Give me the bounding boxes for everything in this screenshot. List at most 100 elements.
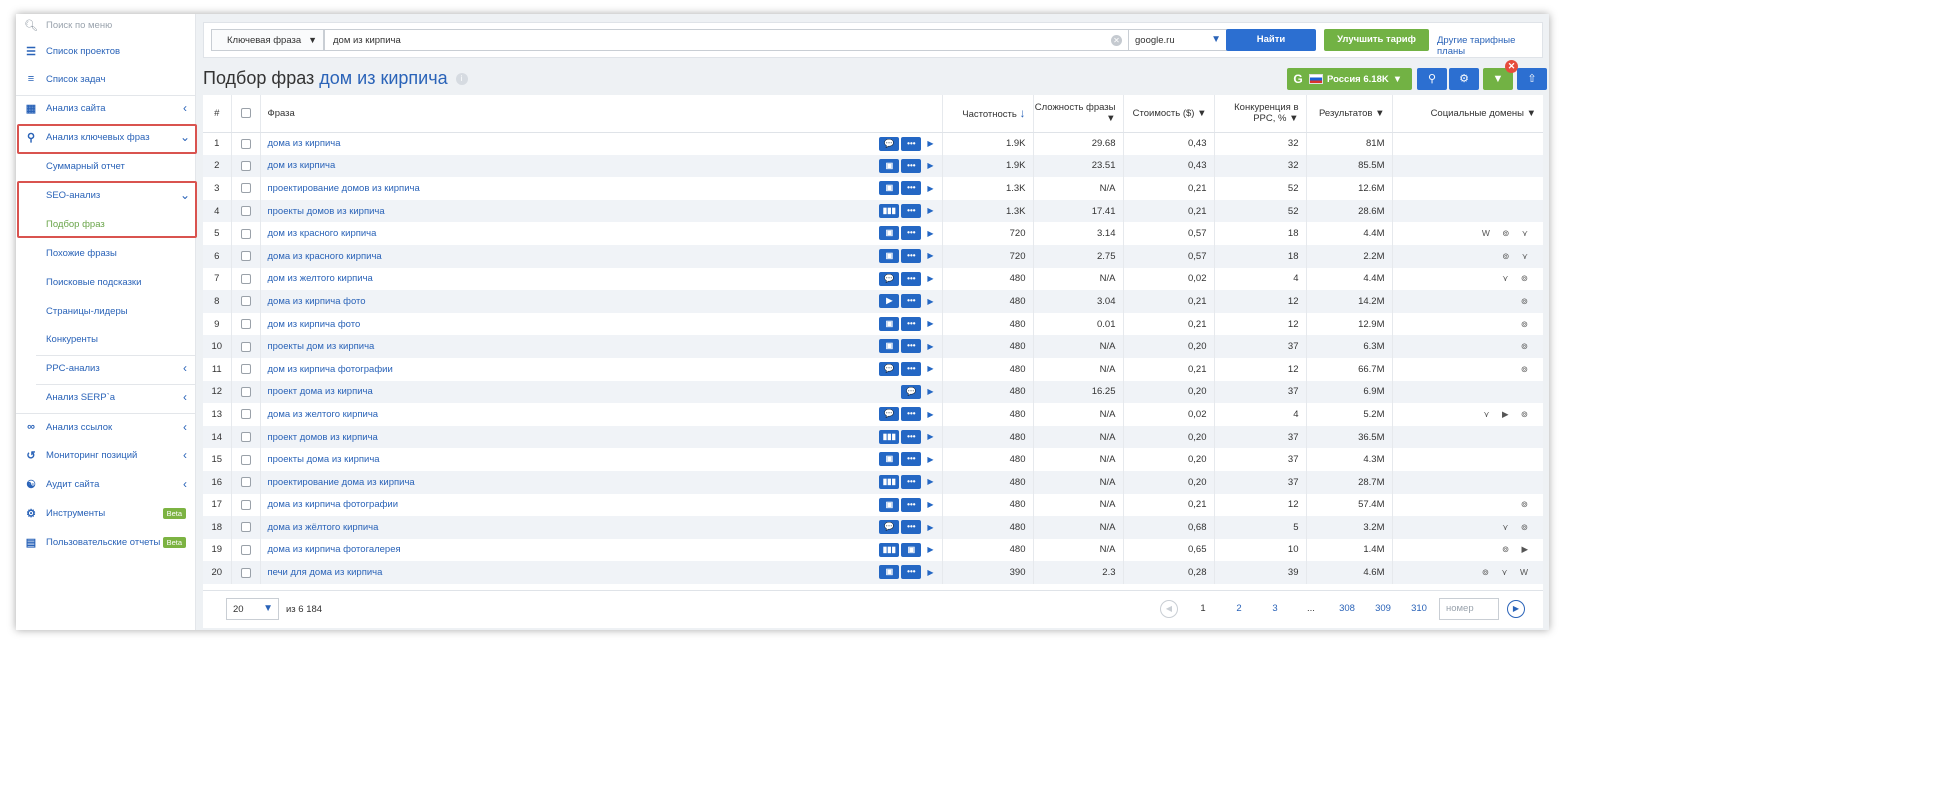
database-select[interactable]: google.ru ▼ <box>1128 29 1227 51</box>
caret-right-icon[interactable]: ▶ <box>927 455 933 464</box>
phrase-link[interactable]: печи для дома из кирпича <box>268 567 383 578</box>
upgrade-plan-button[interactable]: Улучшить тариф <box>1324 29 1429 51</box>
caret-right-icon[interactable]: ▶ <box>927 410 933 419</box>
serp-feature-icon[interactable]: ▣ <box>879 158 900 173</box>
page-link[interactable]: 2 <box>1227 603 1251 614</box>
serp-feature-icon[interactable]: ▮▮▮ <box>879 429 900 444</box>
export-button[interactable]: ⇧ <box>1517 68 1547 90</box>
serp-feature-icon[interactable]: ••• <box>901 407 922 422</box>
col-header-cost[interactable]: Стоимость ($) ▼ <box>1123 95 1215 133</box>
serp-feature-icon[interactable]: ▮▮▮ <box>879 542 900 557</box>
sidebar-item-suggestions[interactable]: Поисковые подсказки <box>16 269 196 295</box>
caret-right-icon[interactable]: ▶ <box>927 139 933 148</box>
sidebar-item-competitors[interactable]: Конкуренты <box>16 326 196 352</box>
row-checkbox[interactable] <box>240 364 251 375</box>
sidebar-item-user-reports[interactable]: ▤ Пользовательские отчеты Beta <box>16 529 196 555</box>
caret-right-icon[interactable]: ▶ <box>927 523 933 532</box>
row-checkbox[interactable] <box>240 477 251 488</box>
caret-right-icon[interactable]: ▶ <box>927 387 933 396</box>
sidebar-search[interactable]: 🔍︎ Поиск по меню <box>16 14 195 36</box>
serp-feature-icon[interactable]: ••• <box>901 226 922 241</box>
sidebar-item-summary[interactable]: Суммарный отчет <box>16 153 196 179</box>
serp-feature-icon[interactable]: 💬 <box>879 271 900 286</box>
select-all-checkbox[interactable] <box>240 108 251 119</box>
col-header-competition[interactable]: Конкуренция в PPC, % ▼ <box>1214 95 1307 133</box>
serp-feature-icon[interactable]: 💬 <box>879 136 900 151</box>
row-checkbox[interactable] <box>240 228 251 239</box>
phrase-link[interactable]: дом из кирпича <box>268 160 336 171</box>
serp-feature-icon[interactable]: ••• <box>901 474 922 489</box>
phrase-link[interactable]: проект домов из кирпича <box>268 432 378 443</box>
col-header-phrase[interactable]: Фраза <box>260 95 943 133</box>
serp-feature-icon[interactable]: ▣ <box>879 339 900 354</box>
sidebar-item-projects[interactable]: ☰ Список проектов <box>16 38 196 64</box>
caret-right-icon[interactable]: ▶ <box>927 364 933 373</box>
row-checkbox[interactable] <box>240 160 251 171</box>
phrase-link[interactable]: дом из желтого кирпича <box>268 273 373 284</box>
serp-feature-icon[interactable]: ▣ <box>901 542 922 557</box>
serp-feature-icon[interactable]: ••• <box>901 248 922 263</box>
phrase-link[interactable]: дома из кирпича фотогалерея <box>268 544 401 555</box>
row-checkbox[interactable] <box>240 432 251 442</box>
serp-feature-icon[interactable]: ▮▮▮ <box>879 474 900 489</box>
serp-feature-icon[interactable]: ••• <box>901 361 922 376</box>
row-checkbox[interactable] <box>240 138 251 149</box>
next-page-button[interactable]: ▶ <box>1507 600 1525 618</box>
serp-feature-icon[interactable]: 💬 <box>879 520 900 535</box>
row-checkbox[interactable] <box>240 183 251 194</box>
phrase-link[interactable]: проектирование дома из кирпича <box>268 477 415 488</box>
phrase-link[interactable]: дома из красного кирпича <box>268 251 382 262</box>
serp-feature-icon[interactable]: ••• <box>901 294 922 309</box>
caret-right-icon[interactable]: ▶ <box>927 297 933 306</box>
serp-feature-icon[interactable]: ••• <box>901 316 922 331</box>
other-plans-link[interactable]: Другие тарифные планы <box>1437 35 1542 57</box>
phrase-link[interactable]: дома из жёлтого кирпича <box>268 522 379 533</box>
caret-right-icon[interactable]: ▶ <box>927 432 933 441</box>
phrase-link[interactable]: проекты дома из кирпича <box>268 454 380 465</box>
phrase-link[interactable]: проекты дом из кирпича <box>268 341 375 352</box>
caret-right-icon[interactable]: ▶ <box>927 274 933 283</box>
serp-feature-icon[interactable]: ▣ <box>879 316 900 331</box>
serp-feature-icon[interactable]: ••• <box>901 497 922 512</box>
serp-feature-icon[interactable]: ▣ <box>879 565 900 580</box>
settings-button[interactable]: ⚙ <box>1449 68 1479 90</box>
serp-feature-icon[interactable]: 💬 <box>901 384 922 399</box>
phrase-link[interactable]: проекты домов из кирпича <box>268 206 385 217</box>
serp-feature-icon[interactable]: ••• <box>901 271 922 286</box>
per-page-select[interactable]: 20 ▼ <box>226 598 279 620</box>
caret-right-icon[interactable]: ▶ <box>927 568 933 577</box>
sidebar-item-ppc[interactable]: PPC-анализ ‹ <box>16 355 196 381</box>
row-checkbox[interactable] <box>240 386 251 397</box>
caret-right-icon[interactable]: ▶ <box>927 161 933 170</box>
serp-feature-icon[interactable]: ▣ <box>879 497 900 512</box>
row-checkbox[interactable] <box>240 296 251 307</box>
caret-right-icon[interactable]: ▶ <box>927 229 933 238</box>
sidebar-item-similar[interactable]: Похожие фразы <box>16 240 196 266</box>
row-checkbox[interactable] <box>240 341 251 352</box>
row-checkbox[interactable] <box>240 454 251 465</box>
row-checkbox[interactable] <box>240 544 251 555</box>
sidebar-item-leaders[interactable]: Страницы-лидеры <box>16 298 196 324</box>
row-checkbox[interactable] <box>240 567 251 578</box>
sidebar-item-audit[interactable]: ☯ Аудит сайта ‹ <box>16 471 196 497</box>
serp-feature-icon[interactable]: ▣ <box>879 452 900 467</box>
serp-feature-icon[interactable]: ▶ <box>879 294 900 309</box>
serp-feature-icon[interactable]: ▣ <box>879 226 900 241</box>
sidebar-item-links[interactable]: ∞ Анализ ссылок ‹ <box>16 414 196 440</box>
phrase-link[interactable]: дома из кирпича <box>268 138 341 149</box>
clear-icon[interactable]: ✕ <box>1111 35 1122 46</box>
page-link[interactable]: 1 <box>1191 603 1215 614</box>
serp-feature-icon[interactable]: ••• <box>901 565 922 580</box>
query-input[interactable]: дом из кирпича ✕ <box>324 29 1129 51</box>
sidebar-item-tools[interactable]: ⚙ Инструменты Beta <box>16 500 196 526</box>
caret-right-icon[interactable]: ▶ <box>927 342 933 351</box>
phrase-link[interactable]: проектирование домов из кирпича <box>268 183 420 194</box>
serp-feature-icon[interactable]: ▣ <box>879 181 900 196</box>
serp-feature-icon[interactable]: ▮▮▮ <box>879 203 900 218</box>
phrase-link[interactable]: дома из желтого кирпича <box>268 409 379 420</box>
serp-feature-icon[interactable]: ••• <box>901 203 922 218</box>
row-checkbox[interactable] <box>240 319 251 330</box>
serp-feature-icon[interactable]: ▣ <box>879 248 900 263</box>
row-checkbox[interactable] <box>240 251 251 262</box>
col-header-frequency[interactable]: Частотность ↓ <box>942 95 1034 133</box>
